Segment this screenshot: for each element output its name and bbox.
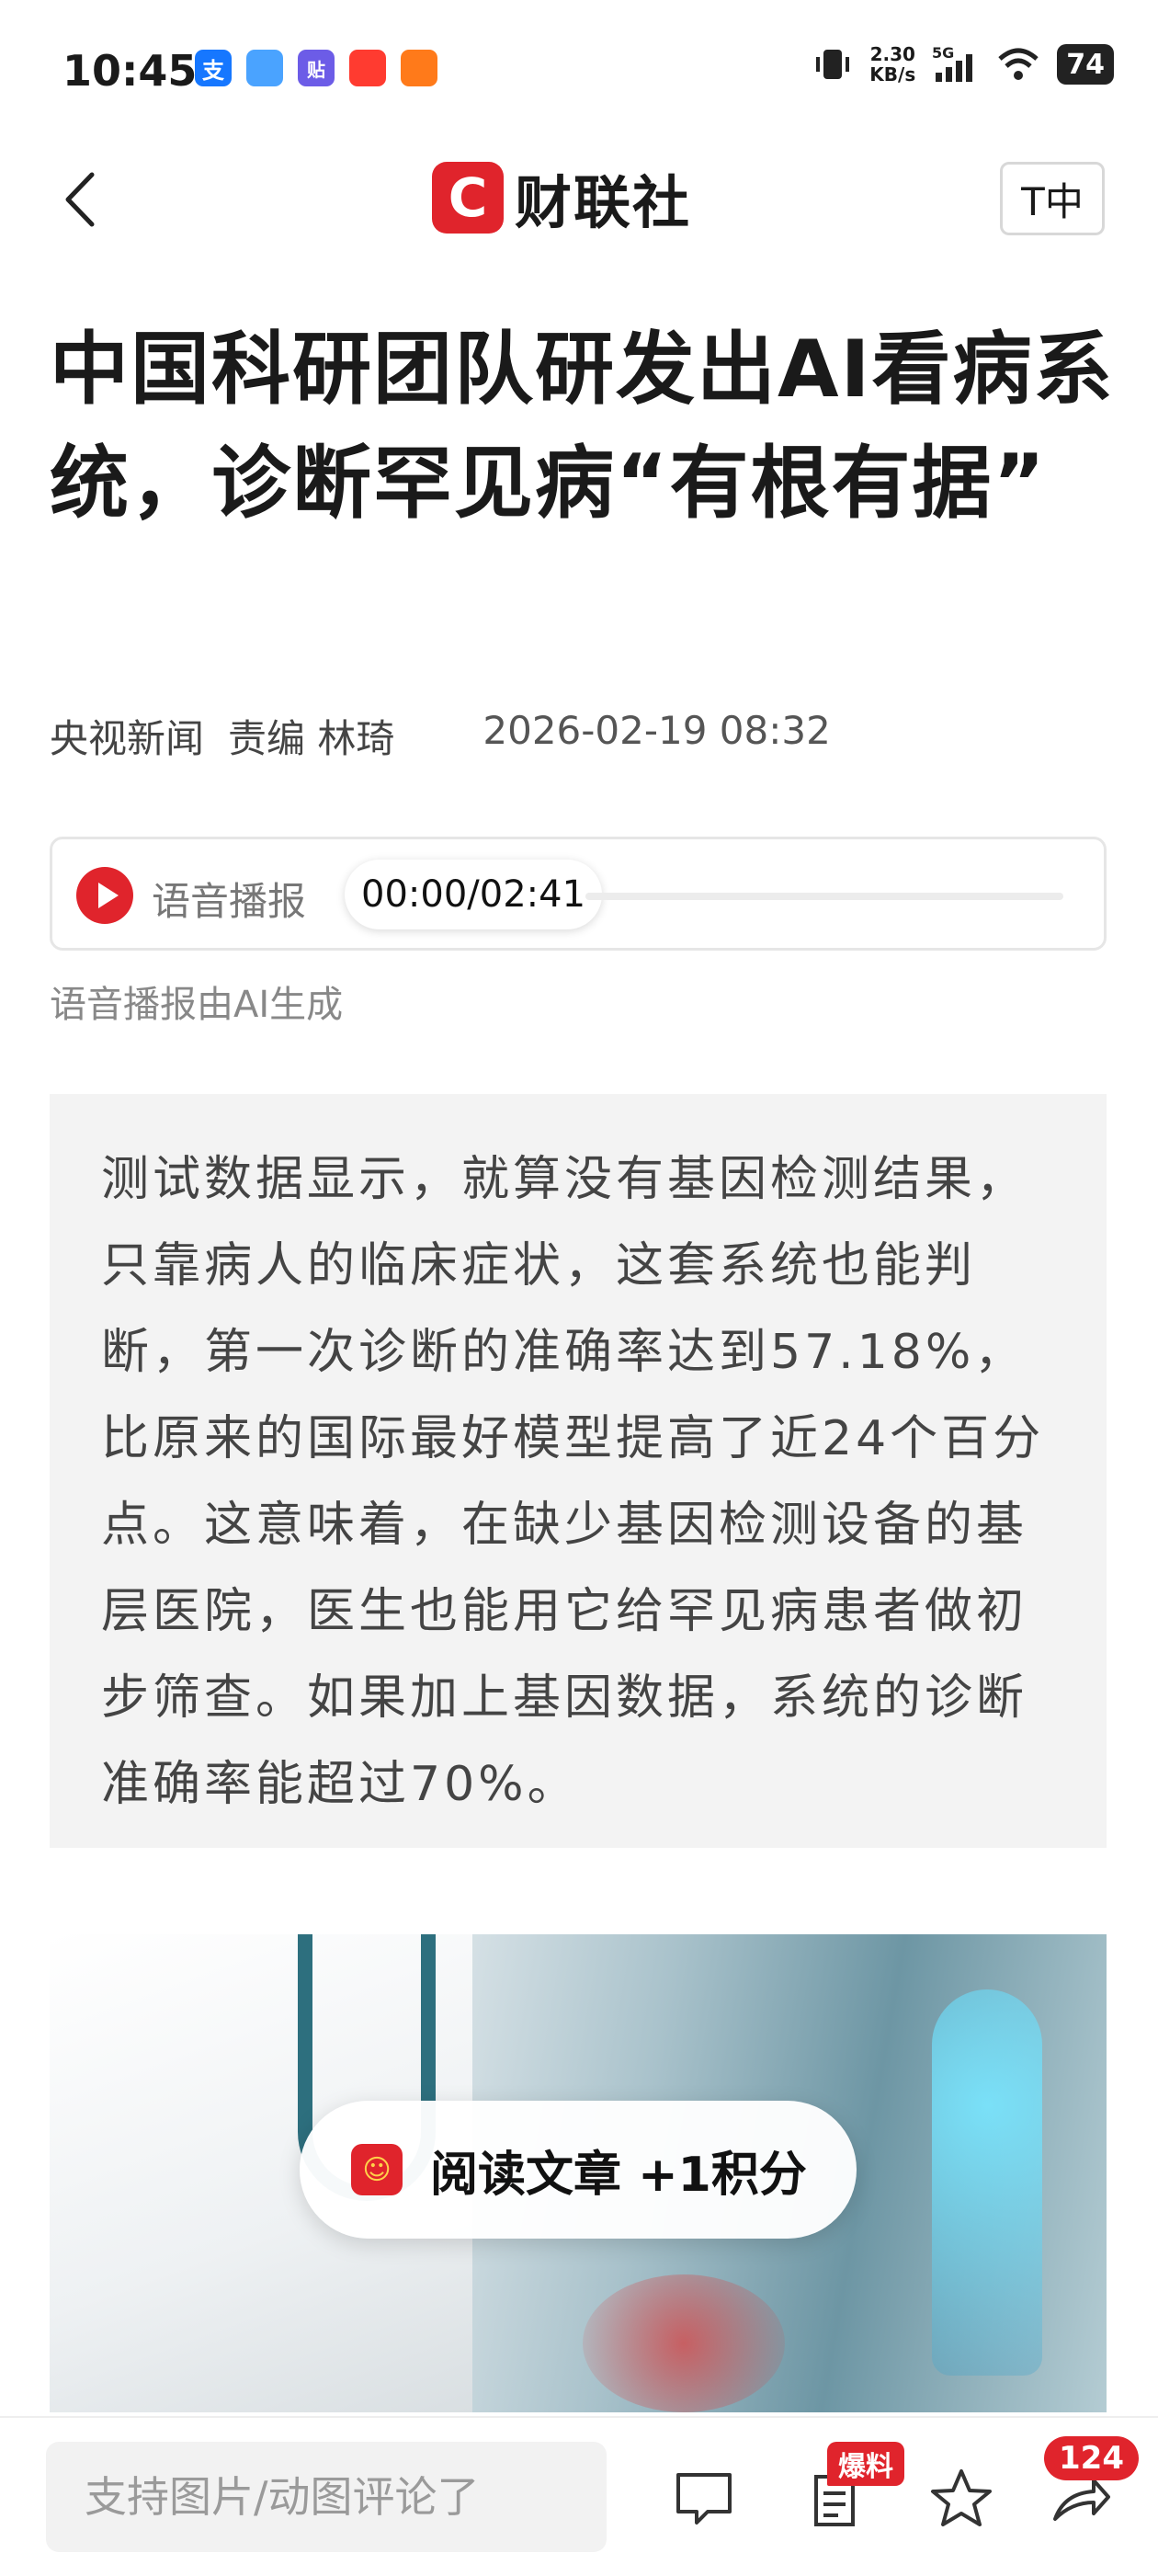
taobao-icon bbox=[401, 50, 437, 86]
wifi-icon bbox=[998, 48, 1039, 80]
audio-label: 语音播报 bbox=[152, 879, 307, 924]
article-meta: 央视新闻 责编 林琦 2026-02-19 08:32 bbox=[50, 708, 831, 764]
app-header: C 财联社 T中 bbox=[0, 147, 1158, 248]
red-glow-graphic bbox=[583, 2274, 785, 2412]
comment-count-badge: 124 bbox=[1044, 2436, 1139, 2480]
human-body-hologram bbox=[932, 1989, 1042, 2376]
comment-icon[interactable] bbox=[671, 2466, 737, 2532]
network-type: 5G bbox=[932, 45, 954, 62]
article-title: 中国科研团队研发出AI看病系统，诊断罕见病“有根有据” bbox=[50, 324, 1115, 530]
logo-mark-icon: C bbox=[432, 162, 504, 234]
play-button[interactable] bbox=[76, 867, 133, 924]
points-toast: ☺ 阅读文章 +1积分 bbox=[300, 2101, 857, 2239]
article-source: 央视新闻 bbox=[50, 716, 205, 761]
status-time: 10:45 bbox=[62, 46, 198, 96]
status-indicators: 2.30 KB/s 5G 74 bbox=[812, 44, 1114, 85]
signal-icon: 5G bbox=[932, 45, 973, 82]
article-editor: 责编 林琦 bbox=[228, 716, 395, 761]
tieba-icon: 贴 bbox=[298, 50, 335, 86]
logo-text: 财联社 bbox=[515, 169, 692, 236]
audio-player: 语音播报 00:00/02:41 bbox=[50, 837, 1107, 951]
toast-text: 阅读文章 +1积分 bbox=[430, 2147, 807, 2203]
audio-progress-track[interactable] bbox=[585, 893, 1063, 900]
battery-indicator: 74 bbox=[1057, 44, 1114, 85]
star-icon[interactable] bbox=[928, 2466, 994, 2532]
app-logo: C 财联社 bbox=[432, 156, 691, 239]
comment-input[interactable] bbox=[46, 2442, 607, 2552]
audio-note: 语音播报由AI生成 bbox=[50, 984, 344, 1026]
bottom-action-bar: 爆料 124 bbox=[0, 2416, 1158, 2576]
article-summary: 测试数据显示，就算没有基因检测结果，只靠病人的临床症状，这套系统也能判断，第一次… bbox=[50, 1094, 1107, 1848]
net-speed: 2.30 KB/s bbox=[869, 43, 916, 85]
weibo-icon bbox=[349, 50, 386, 86]
alipay-icon: 支 bbox=[195, 50, 232, 86]
reward-icon: ☺ bbox=[351, 2144, 403, 2195]
audio-time[interactable]: 00:00/02:41 bbox=[345, 860, 603, 929]
font-size-button[interactable]: T中 bbox=[1000, 162, 1105, 235]
vibrate-icon bbox=[816, 50, 850, 79]
article-date: 2026-02-19 08:32 bbox=[482, 708, 831, 753]
back-button[interactable] bbox=[55, 167, 110, 232]
baoliao-badge: 爆料 bbox=[827, 2442, 904, 2486]
cloud-icon bbox=[246, 50, 283, 86]
notification-icons: 支 贴 bbox=[195, 50, 437, 86]
status-bar: 10:45 支 贴 2.30 KB/s 5G 74 bbox=[0, 0, 1158, 138]
